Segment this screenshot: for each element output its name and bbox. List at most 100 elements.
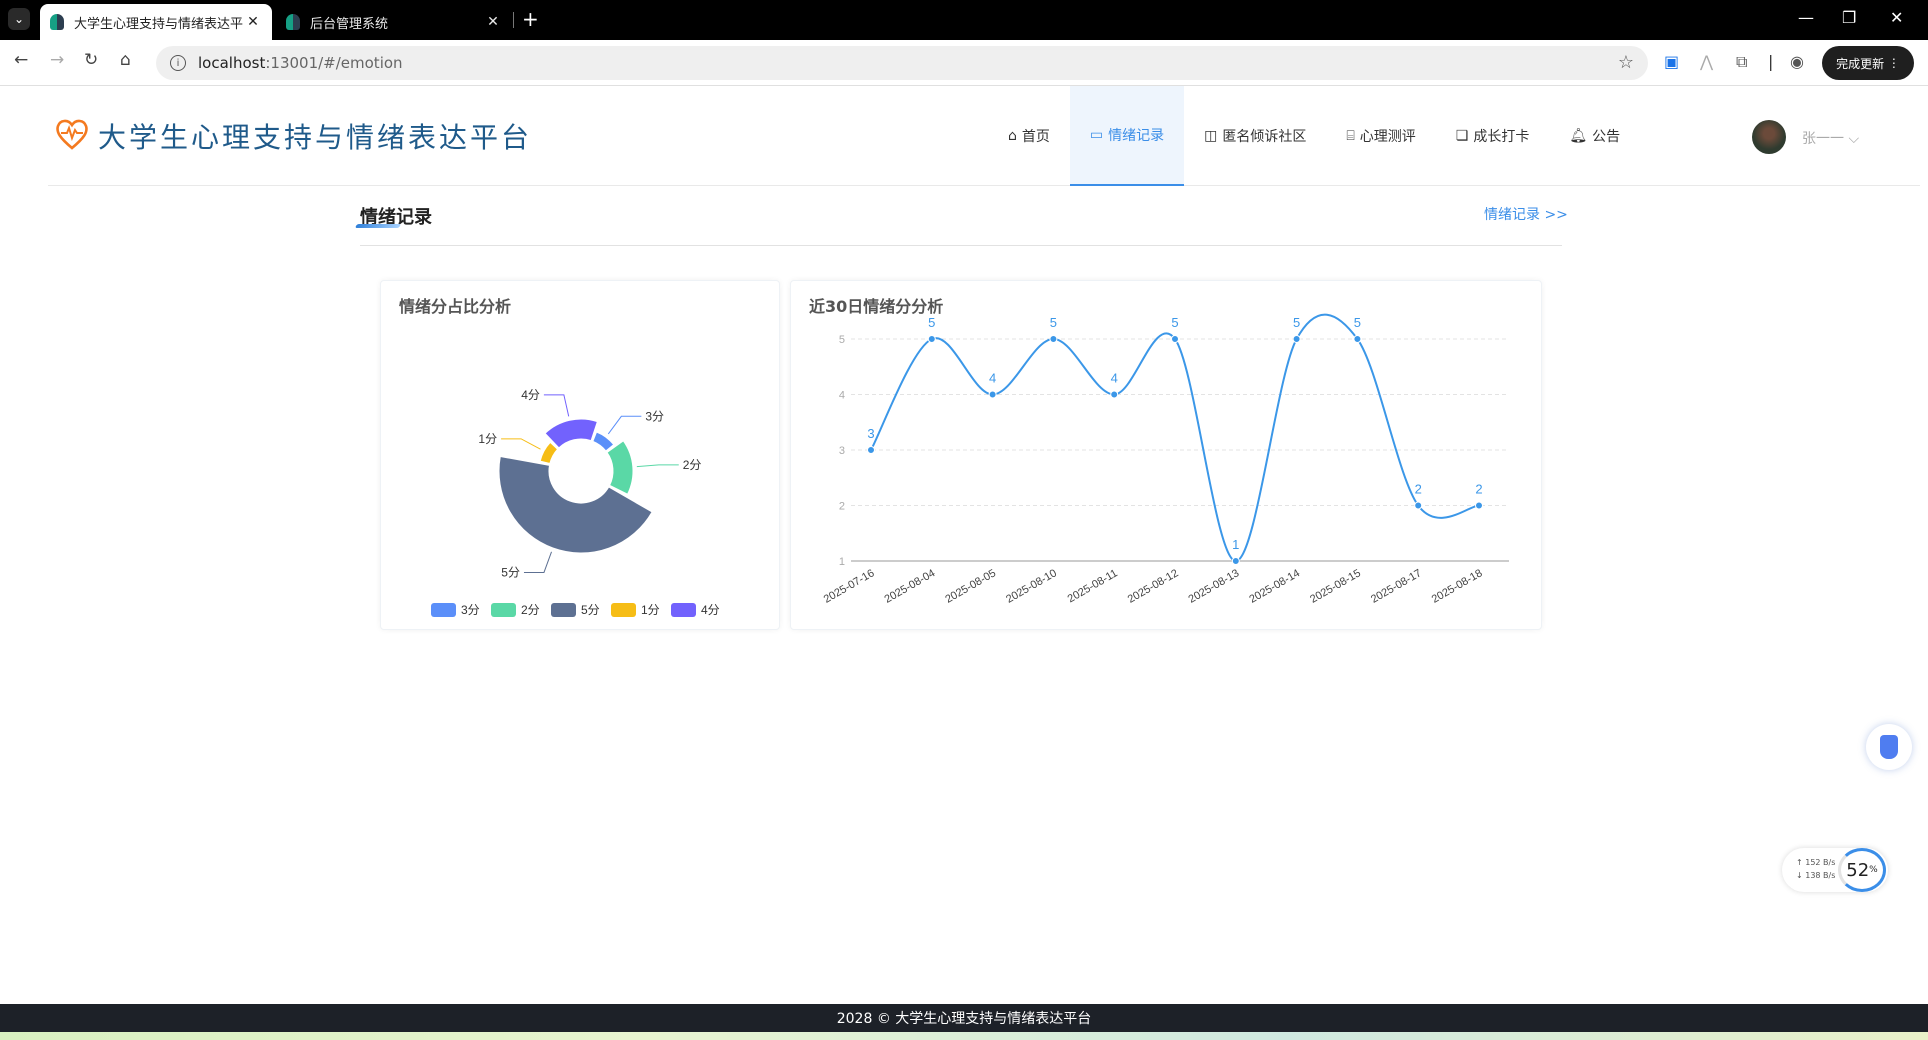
nav-label: 公告 — [1592, 129, 1621, 145]
nav-item-checkin[interactable]: ❏ 成长打卡 — [1436, 86, 1550, 186]
legend-swatch — [551, 603, 576, 617]
window-close-icon[interactable]: ✕ — [1890, 8, 1903, 27]
legend-label: 3分 — [461, 603, 480, 617]
browser-tab-admin[interactable]: 后台管理系统 ✕ — [276, 4, 512, 40]
data-point — [927, 335, 936, 343]
y-tick-label: 4 — [839, 390, 845, 402]
pie-slice-label: 4分 — [521, 388, 540, 402]
nav-item-community[interactable]: ◫ 匿名倾诉社区 — [1184, 86, 1326, 186]
y-tick-label: 3 — [839, 445, 845, 457]
data-point — [867, 446, 875, 454]
pie-chart-card: 情绪分占比分析 3分 2分 5分 1分 4分 3分 2分 5分 1分 4分 — [380, 280, 780, 630]
cup-icon — [1880, 735, 1898, 759]
x-tick-label: 2025-08-15 — [1308, 567, 1363, 606]
bookmark-star-icon[interactable]: ☆ — [1618, 52, 1634, 73]
data-label: 5 — [1171, 315, 1178, 330]
series-line — [870, 313, 1480, 563]
x-tick-label: 2025-08-11 — [1066, 567, 1120, 605]
pie-slice-label: 1分 — [478, 432, 497, 446]
browser-tab-bar: ⌄ 大学生心理支持与情绪表达平台 ✕ 后台管理系统 ✕ + — ❐ ✕ — [0, 0, 1928, 40]
bell-icon: 🔔︎ — [1569, 128, 1588, 144]
new-tab-button[interactable]: + — [522, 7, 539, 31]
book-icon: ◫ — [1204, 128, 1218, 144]
data-label: 4 — [989, 371, 996, 386]
user-menu[interactable]: 张一一 ⌵ — [1802, 128, 1859, 148]
legend-label: 1分 — [641, 603, 660, 617]
nav-label: 匿名倾诉社区 — [1222, 129, 1307, 145]
nav-item-notice[interactable]: 🔔︎ 公告 — [1549, 86, 1640, 186]
minimize-icon[interactable]: — — [1798, 8, 1814, 27]
legend-swatch — [431, 603, 456, 617]
y-tick-label: 2 — [839, 501, 845, 513]
checkin-icon: ❏ — [1455, 128, 1469, 144]
heart-pulse-logo-icon — [56, 119, 88, 150]
nav-item-emotion-record[interactable]: ▭ 情绪记录 — [1069, 86, 1185, 186]
forward-icon[interactable]: → — [50, 50, 64, 70]
data-label: 2 — [1415, 482, 1422, 497]
tab-search-dropdown-icon[interactable]: ⌄ — [8, 8, 30, 30]
pie-slice — [592, 431, 615, 452]
site-header: 大学生心理支持与情绪表达平台 ⌂ 首页 ▭ 情绪记录 ◫ 匿名倾诉社区 ⌸ 心理测评 ❏… — [48, 86, 1920, 186]
line-chart: 1 2 3 4 5 3 2025-07-16 5 2025-08-04 4 2025-08-05 5 2… — [822, 313, 1509, 606]
site-favicon-icon — [286, 14, 300, 30]
home-browser-icon[interactable]: ⌂ — [120, 50, 131, 70]
network-monitor-widget[interactable]: ↑ 152 B/s ↓ 138 B/s 52% — [1782, 848, 1888, 892]
x-tick-label: 2025-08-13 — [1187, 567, 1242, 606]
tab-title: 大学生心理支持与情绪表达平台 — [74, 16, 244, 32]
nav-item-home[interactable]: ⌂ 首页 — [988, 86, 1070, 186]
data-point — [1475, 501, 1483, 510]
legend-swatch — [611, 603, 636, 617]
extensions-puzzle-icon[interactable]: ⧉ — [1736, 52, 1747, 72]
extension-a-icon[interactable]: ⋀ — [1700, 52, 1713, 71]
site-favicon-icon — [50, 14, 64, 30]
section-title-underline — [354, 224, 402, 228]
address-bar[interactable]: i localhost:13001/#/emotion ☆ — [156, 46, 1648, 80]
pie-slice — [539, 441, 559, 465]
extension-blue-icon[interactable]: ▣ — [1664, 52, 1679, 71]
browser-tab-active[interactable]: 大学生心理支持与情绪表达平台 ✕ — [40, 4, 272, 40]
percent-gauge: 52% — [1838, 848, 1886, 892]
tab-close-icon[interactable]: ✕ — [484, 14, 502, 30]
nav-item-assessment[interactable]: ⌸ 心理测评 — [1326, 86, 1435, 186]
x-tick-label: 2025-08-17 — [1369, 567, 1424, 606]
user-avatar[interactable] — [1752, 120, 1786, 154]
site-info-icon[interactable]: i — [170, 55, 186, 71]
back-icon[interactable]: ← — [14, 50, 28, 70]
section-more-link[interactable]: 情绪记录 >> — [1484, 204, 1568, 224]
main-nav: ⌂ 首页 ▭ 情绪记录 ◫ 匿名倾诉社区 ⌸ 心理测评 ❏ 成长打卡 🔔︎ 公告 — [988, 86, 1640, 186]
data-label: 2 — [1475, 482, 1482, 497]
data-point — [1414, 501, 1423, 510]
data-point — [1110, 390, 1119, 399]
assessment-icon: ⌸ — [1346, 128, 1355, 144]
percent-unit: % — [1869, 865, 1878, 875]
data-point — [1292, 335, 1301, 343]
x-tick-label: 2025-08-18 — [1430, 567, 1485, 606]
pie-label-line — [501, 438, 541, 450]
percent-value: 52 — [1846, 859, 1870, 881]
pie-label-line — [543, 394, 570, 417]
data-point — [1231, 557, 1240, 565]
restore-icon[interactable]: ❐ — [1842, 8, 1856, 27]
x-tick-label: 2025-08-14 — [1247, 567, 1302, 606]
pie-slice-label: 5分 — [501, 565, 520, 579]
reload-icon[interactable]: ↻ — [84, 50, 98, 70]
data-point — [1049, 335, 1058, 343]
data-label: 5 — [1293, 315, 1300, 330]
update-button[interactable]: 完成更新 ⋮ — [1822, 46, 1914, 80]
network-rates: ↑ 152 B/s ↓ 138 B/s — [1796, 856, 1835, 882]
x-tick-label: 2025-08-04 — [883, 567, 938, 606]
floating-assistant-button[interactable] — [1866, 724, 1912, 770]
data-label: 1 — [1232, 537, 1239, 552]
y-tick-label: 1 — [839, 556, 845, 568]
pie-slice-label: 2分 — [683, 458, 702, 472]
site-footer: 2028 © 大学生心理支持与情绪表达平台 — [0, 1004, 1928, 1032]
download-rate: ↓ 138 B/s — [1796, 871, 1836, 880]
data-label: 5 — [1050, 315, 1057, 330]
tab-close-icon[interactable]: ✕ — [244, 14, 262, 30]
footer-text: 2028 © 大学生心理支持与情绪表达平台 — [836, 1011, 1092, 1027]
legend-swatch — [671, 603, 696, 617]
pie-slice — [606, 440, 634, 495]
profile-icon[interactable]: ◉ — [1790, 52, 1804, 71]
data-label: 5 — [928, 315, 935, 330]
tab-divider — [513, 12, 514, 28]
